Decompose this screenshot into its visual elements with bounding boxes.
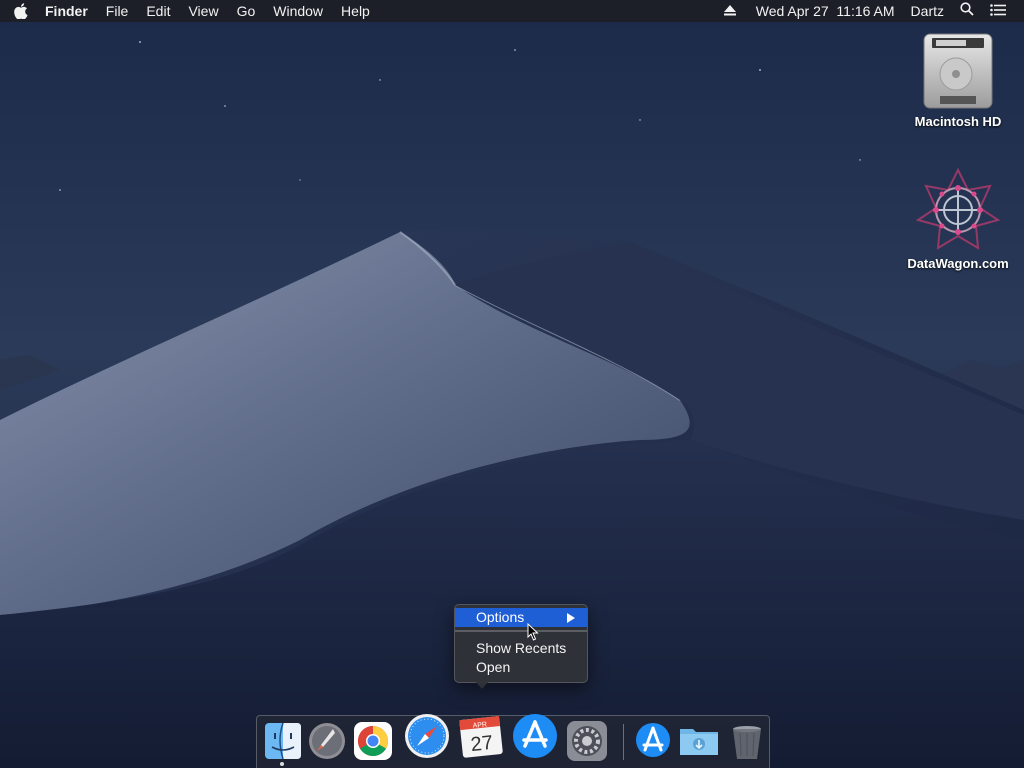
submenu-arrow-icon bbox=[567, 613, 575, 623]
desktop-icon-macintosh-hd[interactable]: Macintosh HD bbox=[898, 32, 1018, 129]
menu-item-open[interactable]: Open bbox=[455, 658, 587, 677]
system-preferences-icon[interactable] bbox=[565, 719, 609, 763]
menubar-clock[interactable]: Wed Apr 27 11:16 AM bbox=[742, 0, 901, 22]
datawagon-logo-icon bbox=[915, 167, 1001, 252]
menu-item-label: Show Recents bbox=[476, 640, 567, 656]
launchpad-icon[interactable] bbox=[305, 719, 349, 763]
menu-separator bbox=[455, 630, 587, 632]
dock-context-menu: Options Show Recents Open bbox=[454, 604, 588, 683]
desktop-icon-label: DataWagon.com bbox=[907, 256, 1009, 271]
notification-center-icon[interactable] bbox=[980, 0, 1012, 22]
menu-go[interactable]: Go bbox=[228, 0, 265, 22]
menu-item-label: Options bbox=[476, 609, 525, 625]
desktop-icon-datawagon[interactable]: DataWagon.com bbox=[898, 167, 1018, 271]
app-menu-finder[interactable]: Finder bbox=[36, 0, 97, 22]
calendar-icon[interactable]: APR 27 bbox=[457, 712, 505, 760]
menu-item-label: Open bbox=[476, 659, 511, 675]
mouse-cursor-icon bbox=[527, 623, 539, 641]
chrome-icon[interactable] bbox=[351, 719, 395, 763]
hard-drive-icon bbox=[920, 32, 996, 110]
eject-icon[interactable] bbox=[718, 0, 742, 22]
svg-text:27: 27 bbox=[470, 732, 494, 756]
menu-view[interactable]: View bbox=[179, 0, 227, 22]
applications-folder-icon[interactable] bbox=[633, 720, 673, 760]
menu-bar: Finder File Edit View Go Window Help Wed… bbox=[0, 0, 1024, 22]
dock: APR 27 bbox=[256, 712, 770, 768]
menu-file[interactable]: File bbox=[97, 0, 138, 22]
safari-icon[interactable] bbox=[403, 712, 451, 760]
context-menu-pointer bbox=[474, 680, 490, 689]
menubar-user[interactable]: Dartz bbox=[901, 0, 950, 22]
menu-edit[interactable]: Edit bbox=[137, 0, 179, 22]
desktop-icon-label: Macintosh HD bbox=[914, 114, 1002, 129]
downloads-folder-icon[interactable] bbox=[677, 721, 721, 761]
apple-icon[interactable] bbox=[12, 0, 30, 22]
running-indicator bbox=[280, 762, 284, 766]
app-store-icon[interactable] bbox=[511, 712, 559, 760]
spotlight-search-icon[interactable] bbox=[950, 0, 980, 22]
menu-item-show-recents[interactable]: Show Recents bbox=[455, 639, 587, 658]
dock-divider bbox=[623, 724, 624, 760]
menu-window[interactable]: Window bbox=[264, 0, 332, 22]
finder-icon[interactable] bbox=[261, 719, 305, 763]
menu-item-options[interactable]: Options bbox=[455, 608, 587, 627]
trash-icon[interactable] bbox=[725, 719, 769, 763]
svg-text:APR: APR bbox=[472, 721, 487, 729]
menu-help[interactable]: Help bbox=[332, 0, 379, 22]
